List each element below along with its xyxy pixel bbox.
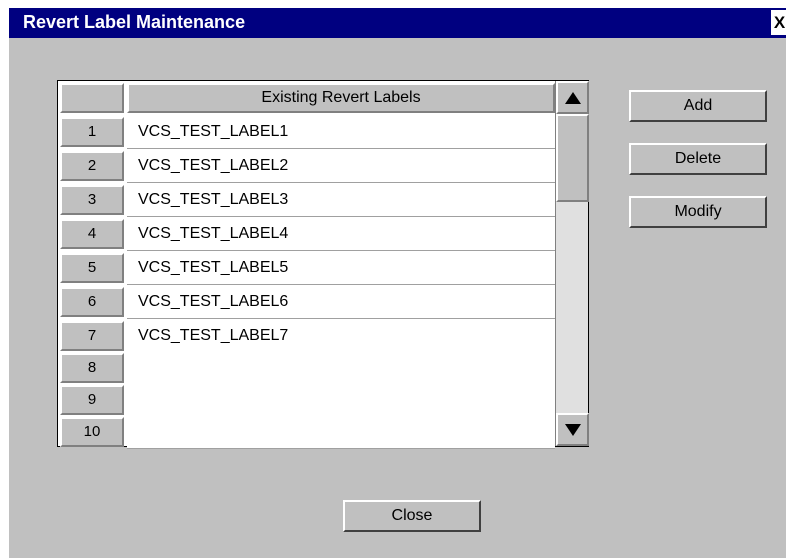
label-cell[interactable]: VCS_TEST_LABEL1 bbox=[127, 115, 555, 149]
label-cell[interactable]: VCS_TEST_LABEL2 bbox=[127, 149, 555, 183]
label-cell[interactable]: VCS_TEST_LABEL5 bbox=[127, 251, 555, 285]
label-cell[interactable]: VCS_TEST_LABEL6 bbox=[127, 285, 555, 319]
window-top-edge bbox=[0, 0, 786, 8]
close-button[interactable]: Close bbox=[343, 500, 481, 532]
close-window-icon[interactable]: X bbox=[771, 10, 786, 35]
row-number[interactable]: 7 bbox=[60, 321, 124, 351]
table-header-corner bbox=[60, 83, 124, 113]
label-cell[interactable]: VCS_TEST_LABEL3 bbox=[127, 183, 555, 217]
table-row[interactable]: 5 VCS_TEST_LABEL5 bbox=[58, 251, 555, 285]
table-row[interactable]: 3 VCS_TEST_LABEL3 bbox=[58, 183, 555, 217]
table-row[interactable]: 1 VCS_TEST_LABEL1 bbox=[58, 115, 555, 149]
add-button[interactable]: Add bbox=[629, 90, 767, 122]
scroll-up-button[interactable] bbox=[556, 81, 589, 114]
triangle-down-icon bbox=[564, 423, 581, 436]
table-row[interactable]: 4 VCS_TEST_LABEL4 bbox=[58, 217, 555, 251]
revert-labels-table: Existing Revert Labels 1 VCS_TEST_LABEL1… bbox=[57, 80, 589, 449]
table-row[interactable]: 8 bbox=[58, 351, 555, 385]
row-number[interactable]: 10 bbox=[60, 417, 124, 447]
label-cell[interactable] bbox=[127, 415, 555, 449]
table-row[interactable]: 7 VCS_TEST_LABEL7 bbox=[58, 319, 555, 353]
row-number[interactable]: 6 bbox=[60, 287, 124, 317]
window-left-edge bbox=[0, 0, 9, 558]
modify-button[interactable]: Modify bbox=[629, 196, 767, 228]
window-title: Revert Label Maintenance bbox=[23, 12, 246, 32]
scroll-down-button[interactable] bbox=[556, 413, 589, 446]
column-header-existing-revert-labels[interactable]: Existing Revert Labels bbox=[127, 83, 555, 113]
triangle-up-icon bbox=[564, 91, 581, 104]
vertical-scrollbar[interactable] bbox=[555, 81, 589, 446]
row-number[interactable]: 1 bbox=[60, 117, 124, 147]
table-row[interactable]: 10 bbox=[58, 415, 555, 449]
label-cell[interactable]: VCS_TEST_LABEL7 bbox=[127, 319, 555, 353]
row-number[interactable]: 5 bbox=[60, 253, 124, 283]
row-number[interactable]: 4 bbox=[60, 219, 124, 249]
row-number[interactable]: 8 bbox=[60, 353, 124, 383]
delete-button[interactable]: Delete bbox=[629, 143, 767, 175]
table-row[interactable]: 2 VCS_TEST_LABEL2 bbox=[58, 149, 555, 183]
title-bar: Revert Label Maintenance X bbox=[9, 8, 786, 38]
row-number[interactable]: 3 bbox=[60, 185, 124, 215]
label-cell[interactable]: VCS_TEST_LABEL4 bbox=[127, 217, 555, 251]
label-cell[interactable] bbox=[127, 351, 555, 385]
label-cell[interactable] bbox=[127, 383, 555, 417]
table-row[interactable]: 9 bbox=[58, 383, 555, 417]
table-row[interactable]: 6 VCS_TEST_LABEL6 bbox=[58, 285, 555, 319]
scrollbar-thumb[interactable] bbox=[556, 114, 589, 202]
row-number[interactable]: 9 bbox=[60, 385, 124, 415]
row-number[interactable]: 2 bbox=[60, 151, 124, 181]
